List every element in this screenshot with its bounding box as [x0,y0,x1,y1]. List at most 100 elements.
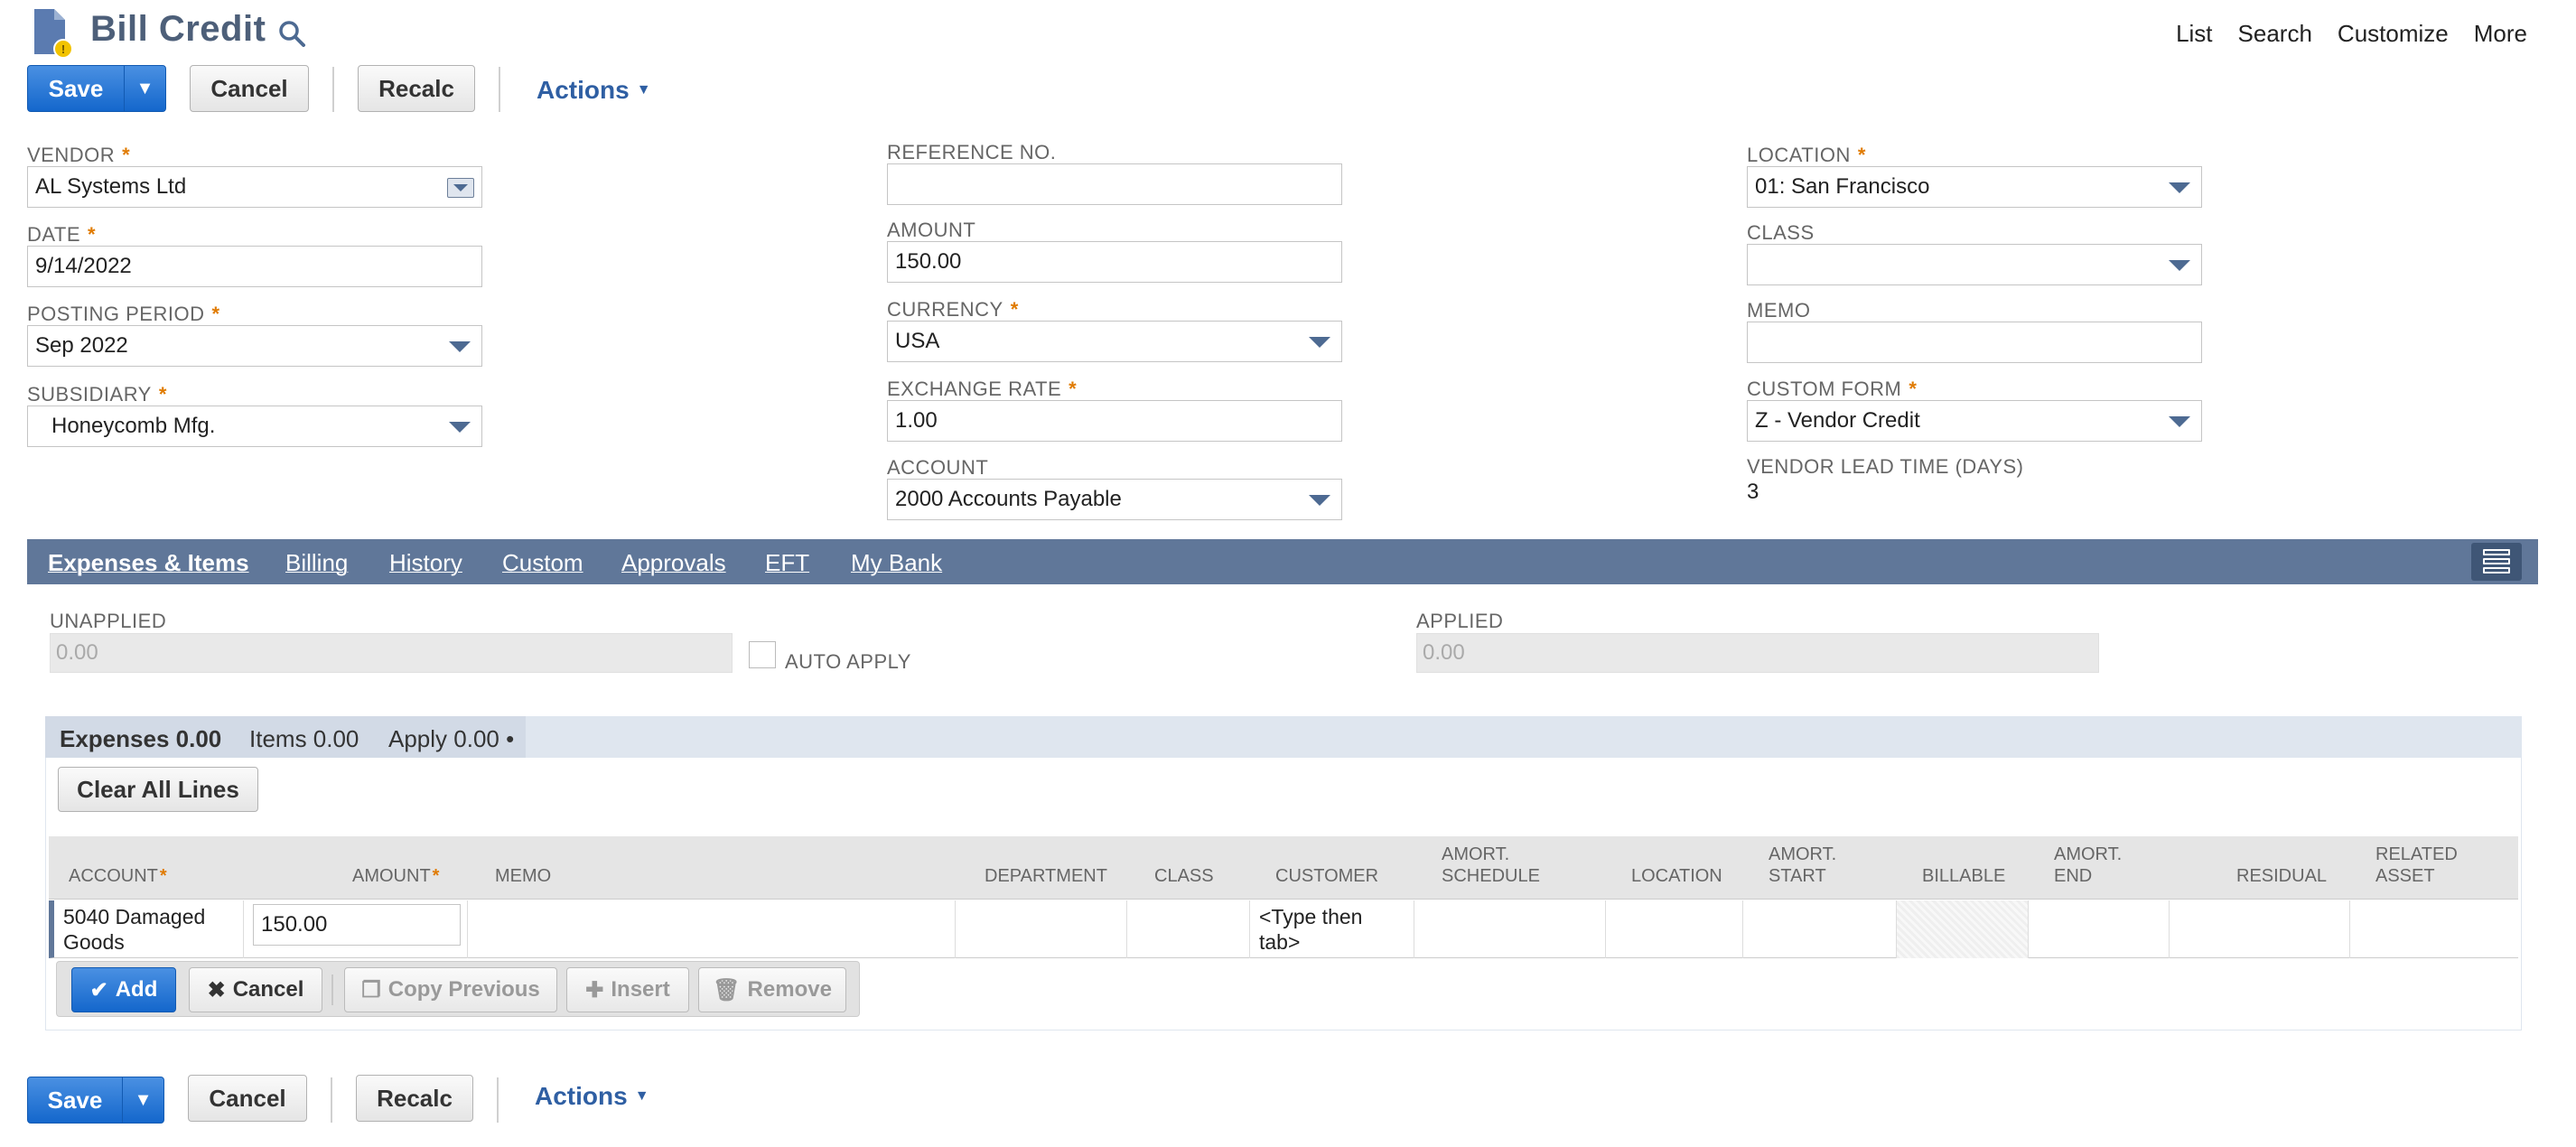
recalc-button[interactable]: Recalc [358,65,475,112]
insert-line-button[interactable]: ✚ Insert [566,967,689,1012]
vendor-lead-time-label: VENDOR LEAD TIME (DAYS) [1747,455,2024,478]
currency-label: CURRENCY * [887,298,1019,321]
cell-amort-start[interactable] [1743,900,1897,958]
date-field[interactable]: 9/14/2022 [27,246,482,287]
line-actions-divider [331,974,333,1005]
col-billable: BILLABLE [1922,866,2006,886]
location-select[interactable]: 01: San Francisco [1747,166,2202,208]
posting-period-select[interactable]: Sep 2022 [27,325,482,367]
col-account: ACCOUNT * [69,866,167,886]
tab-custom[interactable]: Custom [502,549,583,577]
class-select[interactable] [1747,244,2202,285]
cancel-line-button[interactable]: ✖ Cancel [189,967,322,1012]
close-icon: ✖ [207,977,226,1002]
cell-department[interactable] [956,900,1127,958]
cell-billable [1897,900,2029,958]
account-select[interactable]: 2000 Accounts Payable [887,479,1342,520]
cell-amount: 150.00 [244,900,468,958]
currency-select[interactable]: USA [887,321,1342,362]
applied-field: 0.00 [1416,633,2099,673]
amount-label: AMOUNT [887,219,976,241]
line-actions-bar: ✔ Add ✖ Cancel ❐ Copy Previous ✚ Insert 🗑 Rem… [56,961,860,1017]
clear-all-lines-button[interactable]: Clear All Lines [58,767,258,812]
col-amort-start: AMORT. START [1769,844,1837,886]
svg-text:!: ! [61,42,65,56]
col-memo: MEMO [495,866,552,886]
subtab-expenses[interactable]: Expenses 0.00 [60,725,221,753]
subtab-items[interactable]: Items 0.00 [249,725,359,753]
cell-account[interactable]: 5040 Damaged Goods [54,900,244,958]
unapplied-field: 0.00 [50,633,733,673]
actions-label: Actions [537,76,630,104]
location-label: LOCATION * [1747,144,1866,166]
tab-my-bank[interactable]: My Bank [851,549,942,577]
table-row[interactable]: 5040 Damaged Goods 150.00 <Type then tab> [49,900,2518,958]
cell-amort-end[interactable] [2029,900,2170,958]
check-icon: ✔ [89,977,108,1002]
cell-location[interactable] [1606,900,1743,958]
cell-customer[interactable]: <Type then tab> [1250,900,1414,958]
cell-related-asset[interactable] [2350,900,2518,958]
col-amount: AMOUNT * [352,866,440,886]
unapplied-label: UNAPPLIED [50,610,167,632]
tab-approvals[interactable]: Approvals [621,549,726,577]
search-link[interactable]: Search [2238,20,2312,48]
tab-expenses-items[interactable]: Expenses & Items [48,549,249,577]
custom-form-select[interactable]: Z - Vendor Credit [1747,400,2202,442]
cancel-button[interactable]: Cancel [190,65,309,112]
expense-grid-header: ACCOUNT * AMOUNT * MEMO DEPARTMENT CLASS C… [49,836,2518,900]
line-amount-input[interactable]: 150.00 [253,904,461,946]
remove-line-button[interactable]: 🗑 Remove [698,967,846,1012]
copy-previous-button[interactable]: ❐ Copy Previous [344,967,557,1012]
search-icon[interactable] [276,18,307,49]
toolbar-divider [331,1077,332,1123]
exchange-rate-field[interactable]: 1.00 [887,400,1342,442]
save-menu-caret-icon[interactable]: ▼ [122,1077,163,1123]
actions-label: Actions [535,1082,628,1110]
cell-memo[interactable] [468,900,956,958]
custom-form-label: CUSTOM FORM * [1747,378,1918,400]
save-button-label: Save [48,74,104,102]
subsidiary-select[interactable]: Honeycomb Mfg. [27,406,482,447]
col-class: CLASS [1154,866,1214,886]
tab-billing[interactable]: Billing [285,549,348,577]
col-residual: RESIDUAL [2236,866,2328,886]
add-line-button[interactable]: ✔ Add [71,967,176,1012]
memo-label: MEMO [1747,299,1811,322]
auto-apply-checkbox[interactable] [749,641,776,668]
bill-credit-record-icon: ! [34,9,73,59]
chevron-down-icon: ▼ [634,1088,649,1104]
vendor-field[interactable]: AL Systems Ltd [27,166,482,208]
reference-no-field[interactable] [887,163,1342,205]
save-menu-caret-icon[interactable]: ▼ [124,66,165,111]
vendor-picker-icon[interactable] [447,178,474,198]
subtab-apply[interactable]: Apply 0.00 • [388,725,514,753]
col-related-asset: RELATED ASSET [2375,844,2458,886]
page-title: Bill Credit [90,9,266,49]
toggle-layout-icon[interactable] [2471,543,2522,581]
trash-icon: 🗑 [713,977,741,1002]
cell-amort-schedule[interactable] [1414,900,1606,958]
customize-link[interactable]: Customize [2338,20,2449,48]
save-button-bottom[interactable]: Save ▼ [27,1077,164,1124]
cancel-button-bottom[interactable]: Cancel [188,1075,307,1122]
amount-field[interactable]: 150.00 [887,241,1342,283]
save-button[interactable]: Save ▼ [27,65,166,112]
col-department: DEPARTMENT [985,866,1107,886]
vendor-label: VENDOR * [27,144,131,166]
cell-residual[interactable] [2170,900,2350,958]
top-links: List Search Customize More [2176,20,2527,48]
account-label: ACCOUNT [887,456,989,479]
actions-menu[interactable]: Actions ▼ [537,76,651,105]
memo-field[interactable] [1747,322,2202,363]
list-link[interactable]: List [2176,20,2212,48]
col-amort-end: AMORT. END [2054,844,2123,886]
tab-eft[interactable]: EFT [765,549,809,577]
recalc-button-bottom[interactable]: Recalc [356,1075,473,1122]
more-link[interactable]: More [2474,20,2527,48]
tab-history[interactable]: History [389,549,462,577]
actions-menu-bottom[interactable]: Actions ▼ [535,1082,649,1111]
exchange-rate-label: EXCHANGE RATE * [887,378,1078,400]
reference-no-label: REFERENCE NO. [887,141,1057,163]
cell-class[interactable] [1127,900,1250,958]
